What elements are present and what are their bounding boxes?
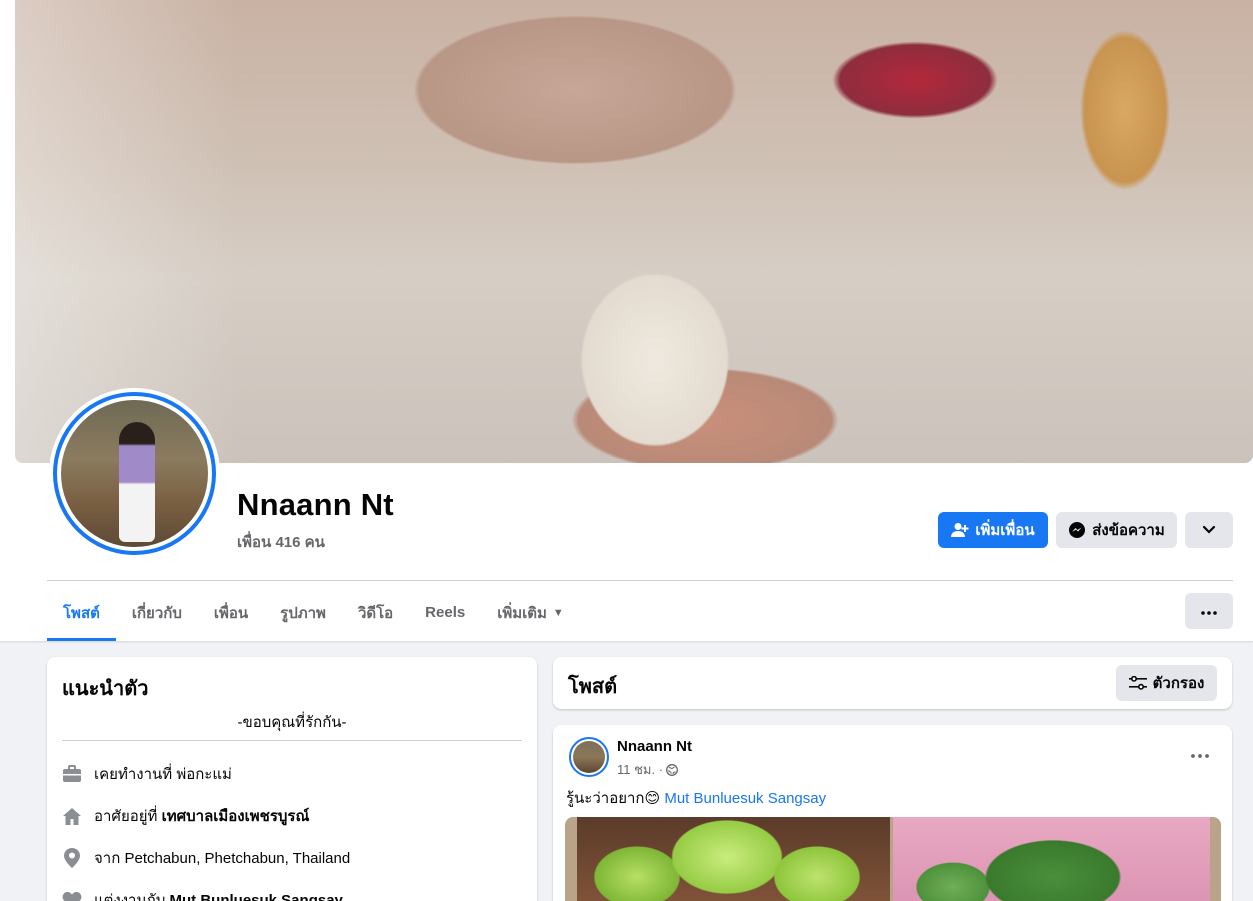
post-photo-1[interactable] (577, 817, 890, 901)
post-text: รู้นะว่าอยาก😊 Mut Bunluesuk Sangsay (566, 786, 826, 810)
intro-lives-prefix: อาศัยอยู่ที่ (94, 808, 158, 825)
tab-about-label: เกี่ยวกับ (131, 604, 182, 622)
post-meta: 11 ชม. · (617, 759, 679, 780)
intro-lives-place[interactable]: เทศบาลเมืองเพชรบูรณ์ (162, 804, 310, 828)
tab-videos[interactable]: วิดีโอ (342, 584, 409, 641)
caret-down-icon: ▼ (552, 606, 564, 619)
friends-count[interactable]: เพื่อน 416 คน (237, 530, 325, 554)
tab-posts-label: โพสต์ (63, 604, 100, 622)
tab-reels[interactable]: Reels (409, 584, 481, 641)
messenger-icon (1068, 521, 1086, 539)
tab-videos-label: วิดีโอ (357, 604, 394, 622)
post-photo-2[interactable] (893, 817, 1210, 901)
intro-from-place[interactable]: Petchabun, Phetchabun, Thailand (124, 850, 350, 867)
tab-posts[interactable]: โพสต์ (47, 584, 116, 641)
post-card: Nnaann Nt 11 ชม. · รู้นะว่าอยาก😊 Mut Bun… (553, 725, 1232, 901)
tab-reels-label: Reels (425, 604, 466, 621)
intro-lives: อาศัยอยู่ที่ เทศบาลเมืองเพชรบูรณ์ (62, 804, 309, 828)
intro-relationship-partner[interactable]: Mut Bunluesuk Sangsay (170, 892, 343, 901)
add-friend-label: เพิ่มเพื่อน (975, 522, 1035, 539)
intro-work: เคยทำงานที่ พ่อกะแม่ (62, 762, 232, 786)
location-pin-icon (62, 848, 82, 868)
intro-from-prefix: จาก (94, 850, 121, 867)
intro-relationship-prefix: แต่งงานกับ (94, 892, 166, 901)
tab-more[interactable]: เพิ่มเติม ▼ (481, 584, 580, 641)
intro-title: แนะนำตัว (62, 678, 149, 700)
post-mention-link[interactable]: Mut Bunluesuk Sangsay (664, 790, 826, 807)
cover-photo[interactable] (15, 0, 1253, 463)
intro-from: จาก Petchabun, Phetchabun, Thailand (62, 846, 350, 870)
globe-icon (666, 763, 679, 776)
briefcase-icon (62, 764, 82, 784)
post-author-name[interactable]: Nnaann Nt (617, 738, 692, 755)
posts-header-card: โพสต์ ตัวกรอง (553, 657, 1232, 709)
story-ring (53, 392, 216, 555)
tab-photos-label: รูปภาพ (280, 604, 326, 622)
intro-work-prefix: เคยทำงานที่ (94, 766, 173, 783)
intro-card: แนะนำตัว -ขอบคุณที่รักกัน- เคยทำงานที่ พ… (47, 657, 537, 901)
profile-header: Nnaann Nt เพื่อน 416 คน เพิ่มเพื่อน ส่งข… (0, 0, 1253, 641)
post-time[interactable]: 11 ชม. · (617, 759, 663, 780)
add-friend-icon (951, 522, 969, 538)
filter-button[interactable]: ตัวกรอง (1116, 665, 1217, 701)
message-button[interactable]: ส่งข้อความ (1056, 512, 1177, 548)
heart-icon (62, 890, 82, 901)
tab-friends-label: เพื่อน (213, 604, 249, 622)
post-author-avatar[interactable] (569, 737, 609, 777)
profile-tabs: โพสต์ เกี่ยวกับ เพื่อน รูปภาพ วิดีโอ Ree… (47, 584, 580, 641)
profile-options-button[interactable] (1185, 512, 1233, 548)
filter-label: ตัวกรอง (1152, 675, 1205, 692)
intro-divider (62, 740, 522, 741)
header-divider (47, 580, 1233, 581)
tab-friends[interactable]: เพื่อน (198, 584, 264, 641)
tab-about[interactable]: เกี่ยวกับ (116, 584, 198, 641)
profile-picture[interactable] (49, 388, 220, 559)
posts-title: โพสต์ (568, 676, 618, 698)
intro-bio: -ขอบคุณที่รักกัน- (237, 714, 347, 731)
post-body: รู้นะว่าอยาก😊 (566, 790, 661, 807)
chevron-down-icon (1202, 522, 1216, 539)
tabs-more-options-button[interactable] (1185, 593, 1233, 629)
post-photos (565, 817, 1221, 901)
add-friend-button[interactable]: เพิ่มเพื่อน (938, 512, 1048, 548)
home-icon (62, 806, 82, 826)
intro-relationship: แต่งงานกับ Mut Bunluesuk Sangsay (62, 888, 343, 901)
filter-icon (1128, 676, 1147, 690)
tab-more-label: เพิ่มเติม (497, 604, 547, 622)
message-label: ส่งข้อความ (1092, 522, 1165, 539)
profile-name: Nnaann Nt (237, 487, 394, 522)
intro-work-place[interactable]: พ่อกะแม่ (176, 762, 232, 786)
tab-photos[interactable]: รูปภาพ (264, 584, 342, 641)
more-dots-icon (1201, 602, 1217, 620)
post-options-button[interactable] (1182, 741, 1218, 767)
more-dots-icon (1191, 745, 1209, 763)
avatar (61, 400, 208, 547)
